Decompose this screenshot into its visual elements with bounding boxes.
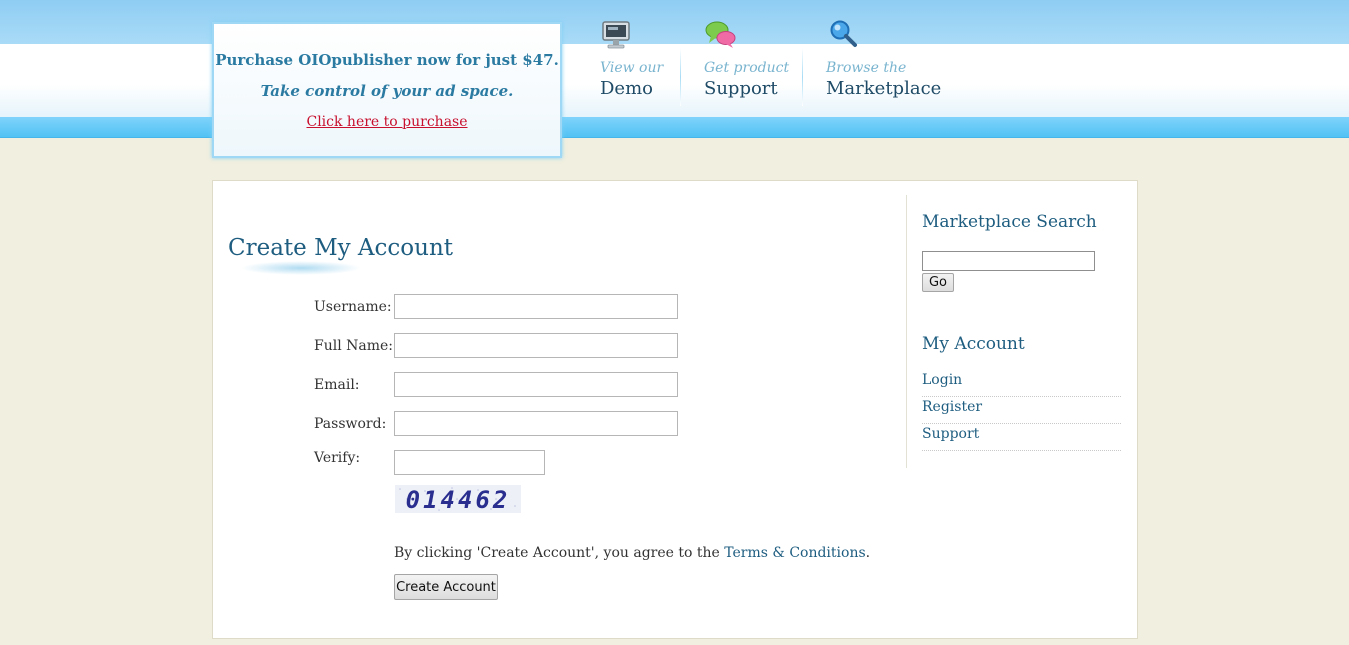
sidebar-link-label: Support [922,426,980,442]
nav-marketplace-caption: Browse the [826,60,907,76]
password-label: Password: [314,416,387,432]
nav-demo[interactable]: View our Demo [600,18,670,108]
monitor-icon [600,18,634,52]
content-panel: Create My Account Username: Full Name: E… [212,180,1138,639]
nav-divider [680,48,681,106]
create-account-button[interactable]: Create Account [394,574,498,600]
terms-suffix: . [865,545,871,561]
fullname-input[interactable] [394,333,678,358]
page-title: Create My Account [228,235,454,261]
sidebar-link-support[interactable]: Support [922,424,1121,451]
magnifier-icon [826,18,860,52]
email-label: Email: [314,377,360,393]
verify-label: Verify: [314,450,361,466]
go-button[interactable]: Go [922,273,954,292]
my-account-heading: My Account [922,334,1025,354]
captcha-text: 014462 [406,486,511,513]
header-band [0,44,1349,118]
nav-support-caption: Get product [704,60,790,76]
nav-support[interactable]: Get product Support [704,18,789,108]
sidebar-divider [906,195,907,468]
sidebar-link-login[interactable]: Login [922,370,1121,397]
username-label: Username: [314,299,392,315]
verify-input[interactable] [394,450,545,475]
header-bar [0,117,1349,138]
nav-support-label: Support [704,78,778,99]
purchase-link[interactable]: Click here to purchase [214,114,560,130]
promo-headline: Purchase OIOpublisher now for just $47. [215,51,559,69]
username-input[interactable] [394,294,678,319]
terms-notice: By clicking 'Create Account', you agree … [394,545,870,561]
promo-box: Purchase OIOpublisher now for just $47. … [212,22,562,158]
terms-prefix: By clicking 'Create Account', you agree … [394,545,725,561]
header-sky [0,0,1349,44]
nav-marketplace[interactable]: Browse the Marketplace [826,18,941,108]
password-input[interactable] [394,411,678,436]
captcha-image: 014462 [395,485,521,514]
chat-bubbles-icon [704,18,738,52]
nav-demo-label: Demo [600,78,653,99]
sidebar-link-label: Login [922,372,963,388]
nav-marketplace-label: Marketplace [826,78,942,99]
nav-divider [802,48,803,106]
nav-demo-caption: View our [600,60,664,76]
sidebar-link-label: Register [922,399,983,415]
sidebar-link-register[interactable]: Register [922,397,1121,424]
promo-tagline: Take control of your ad space. [260,82,514,100]
marketplace-search-input[interactable] [922,251,1095,271]
fullname-label: Full Name: [314,338,394,354]
marketplace-search-heading: Marketplace Search [922,212,1097,232]
terms-link[interactable]: Terms & Conditions [724,545,865,561]
title-underline-glow [241,261,361,275]
email-input[interactable] [394,372,678,397]
